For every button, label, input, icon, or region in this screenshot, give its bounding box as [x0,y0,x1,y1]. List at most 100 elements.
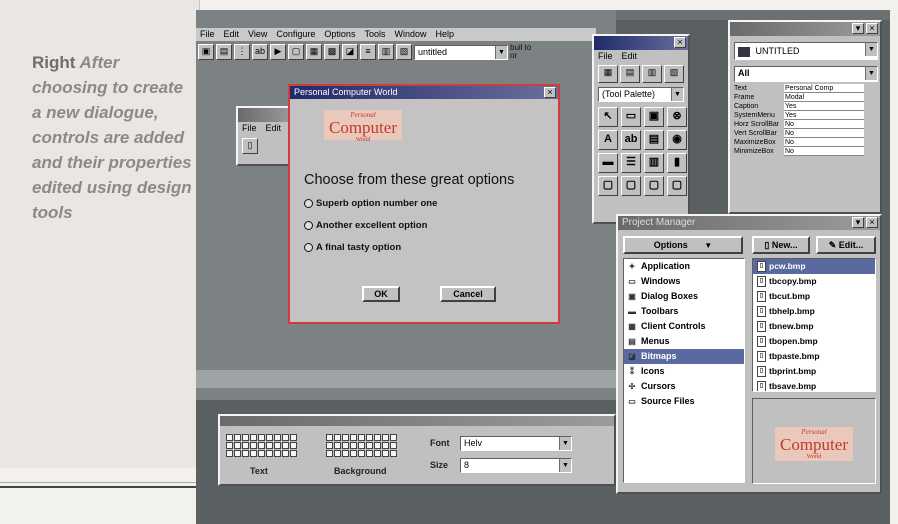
color-swatch[interactable] [326,434,333,441]
palette-menu-edit[interactable]: Edit [622,51,638,62]
combobox-icon[interactable]: ▥ [644,153,664,173]
property-value[interactable]: Yes [784,102,864,111]
file-item[interactable]: ▯ pcw.bmp [753,259,875,274]
color-swatch[interactable] [326,442,333,449]
color-swatch[interactable] [374,442,381,449]
color-swatch[interactable] [274,434,281,441]
tree-item[interactable]: ▤ Menus [624,334,744,349]
edit-button[interactable]: ✎ Edit... [816,236,876,254]
radio-icon[interactable] [304,199,313,208]
property-row[interactable]: Caption Yes [734,102,874,111]
file-item[interactable]: ▯ tbcut.bmp [753,289,875,304]
pointer-icon[interactable]: ↖ [598,107,618,127]
color-swatch[interactable] [258,442,265,449]
project-combo[interactable]: untitled ▼ [414,44,508,60]
minimize-icon[interactable]: ▾ [852,23,864,34]
filter-combo[interactable]: All ▼ [734,66,878,82]
save-icon[interactable]: ▣ [198,44,214,60]
color-swatch[interactable] [226,450,233,457]
palette-titlebar[interactable]: × [594,36,688,50]
font-palette-titlebar[interactable] [220,416,614,426]
button-tool-icon[interactable]: ab [621,130,641,150]
bitmap-icon[interactable]: ◪ [342,44,358,60]
color-swatch[interactable] [366,450,373,457]
color-swatch[interactable] [234,434,241,441]
color-swatch[interactable] [358,450,365,457]
menu-options[interactable]: Options [324,29,355,40]
size-icon[interactable]: ▧ [664,65,684,83]
file-item[interactable]: ▯ tbhelp.bmp [753,304,875,319]
file-item[interactable]: ▯ tbopen.bmp [753,334,875,349]
ok-button[interactable]: OK [362,286,400,302]
test-icon[interactable]: ▩ [324,44,340,60]
property-value[interactable]: Yes [784,111,864,120]
tree-item[interactable]: ▭ Windows [624,274,744,289]
option-1[interactable]: Superb option number one [304,198,437,209]
color-swatch[interactable] [366,434,373,441]
close-icon[interactable]: × [544,87,556,98]
static-text-icon[interactable]: A [598,130,618,150]
color-swatch[interactable] [258,450,265,457]
background-color-swatches[interactable] [326,434,397,457]
color-swatch[interactable] [282,442,289,449]
color-swatch[interactable] [290,434,297,441]
property-value[interactable]: No [784,138,864,147]
color-swatch[interactable] [274,442,281,449]
file-item[interactable]: ▯ tbprint.bmp [753,364,875,379]
color-swatch[interactable] [382,450,389,457]
color-swatch[interactable] [382,434,389,441]
color-swatch[interactable] [342,434,349,441]
page-icon[interactable]: ▯ [242,138,258,154]
color-swatch[interactable] [234,442,241,449]
palette-menu-file[interactable]: File [598,51,613,62]
color-swatch[interactable] [366,442,373,449]
edit-box-icon[interactable]: ▭ [621,107,641,127]
file-item[interactable]: ▯ tbnew.bmp [753,319,875,334]
close-icon[interactable]: × [866,23,878,34]
color-swatch[interactable] [358,442,365,449]
color-swatch[interactable] [334,450,341,457]
property-row[interactable]: Frame Modal [734,93,874,102]
property-value[interactable]: No [784,129,864,138]
listbox-icon[interactable]: ☰ [621,153,641,173]
color-swatch[interactable] [226,434,233,441]
tree-item[interactable]: ⁑ Icons [624,364,744,379]
property-value[interactable]: No [784,147,864,156]
menu-window[interactable]: Window [394,29,426,40]
color-swatch[interactable] [250,450,257,457]
menu-tools[interactable]: Tools [364,29,385,40]
file-item[interactable]: ▯ tbcopy.bmp [753,274,875,289]
property-row[interactable]: Vert ScrollBar No [734,129,874,138]
color-swatch[interactable] [282,434,289,441]
color-swatch[interactable] [374,434,381,441]
child-menu-file[interactable]: File [242,123,257,134]
text-color-swatches[interactable] [226,434,297,457]
new-button[interactable]: ▯ New... [752,236,810,254]
play-icon[interactable]: ▶ [270,44,286,60]
color-swatch[interactable] [290,450,297,457]
minimize-icon[interactable]: ▾ [852,217,864,228]
property-row[interactable]: Text Personal Comp [734,84,874,93]
property-row[interactable]: MaximizeBox No [734,138,874,147]
file-item[interactable]: ▯ tbpaste.bmp [753,349,875,364]
menu-edit[interactable]: Edit [224,29,240,40]
layout-icon[interactable]: ▦ [598,65,618,83]
menu-editor-icon[interactable]: ≡ [360,44,376,60]
checkbox-tool-icon[interactable]: ▤ [644,130,664,150]
property-value[interactable]: Modal [784,93,864,102]
color-swatch[interactable] [334,434,341,441]
cancel-button[interactable]: Cancel [440,286,496,302]
color-swatch[interactable] [266,442,273,449]
color-swatch[interactable] [274,450,281,457]
close-icon[interactable]: × [674,37,686,48]
color-swatch[interactable] [374,450,381,457]
group-box-icon[interactable]: ▣ [644,107,664,127]
radio-icon[interactable] [304,221,313,230]
custom-control-icon[interactable]: ⊗ [667,107,687,127]
tree-item[interactable]: ◪ Bitmaps [624,349,744,364]
color-swatch[interactable] [358,434,365,441]
ab-icon[interactable]: ab [252,44,268,60]
size-combo[interactable]: 8 ▼ [460,458,572,473]
child-titlebar[interactable] [238,108,294,122]
tree-item[interactable]: ▭ Source Files [624,394,744,409]
